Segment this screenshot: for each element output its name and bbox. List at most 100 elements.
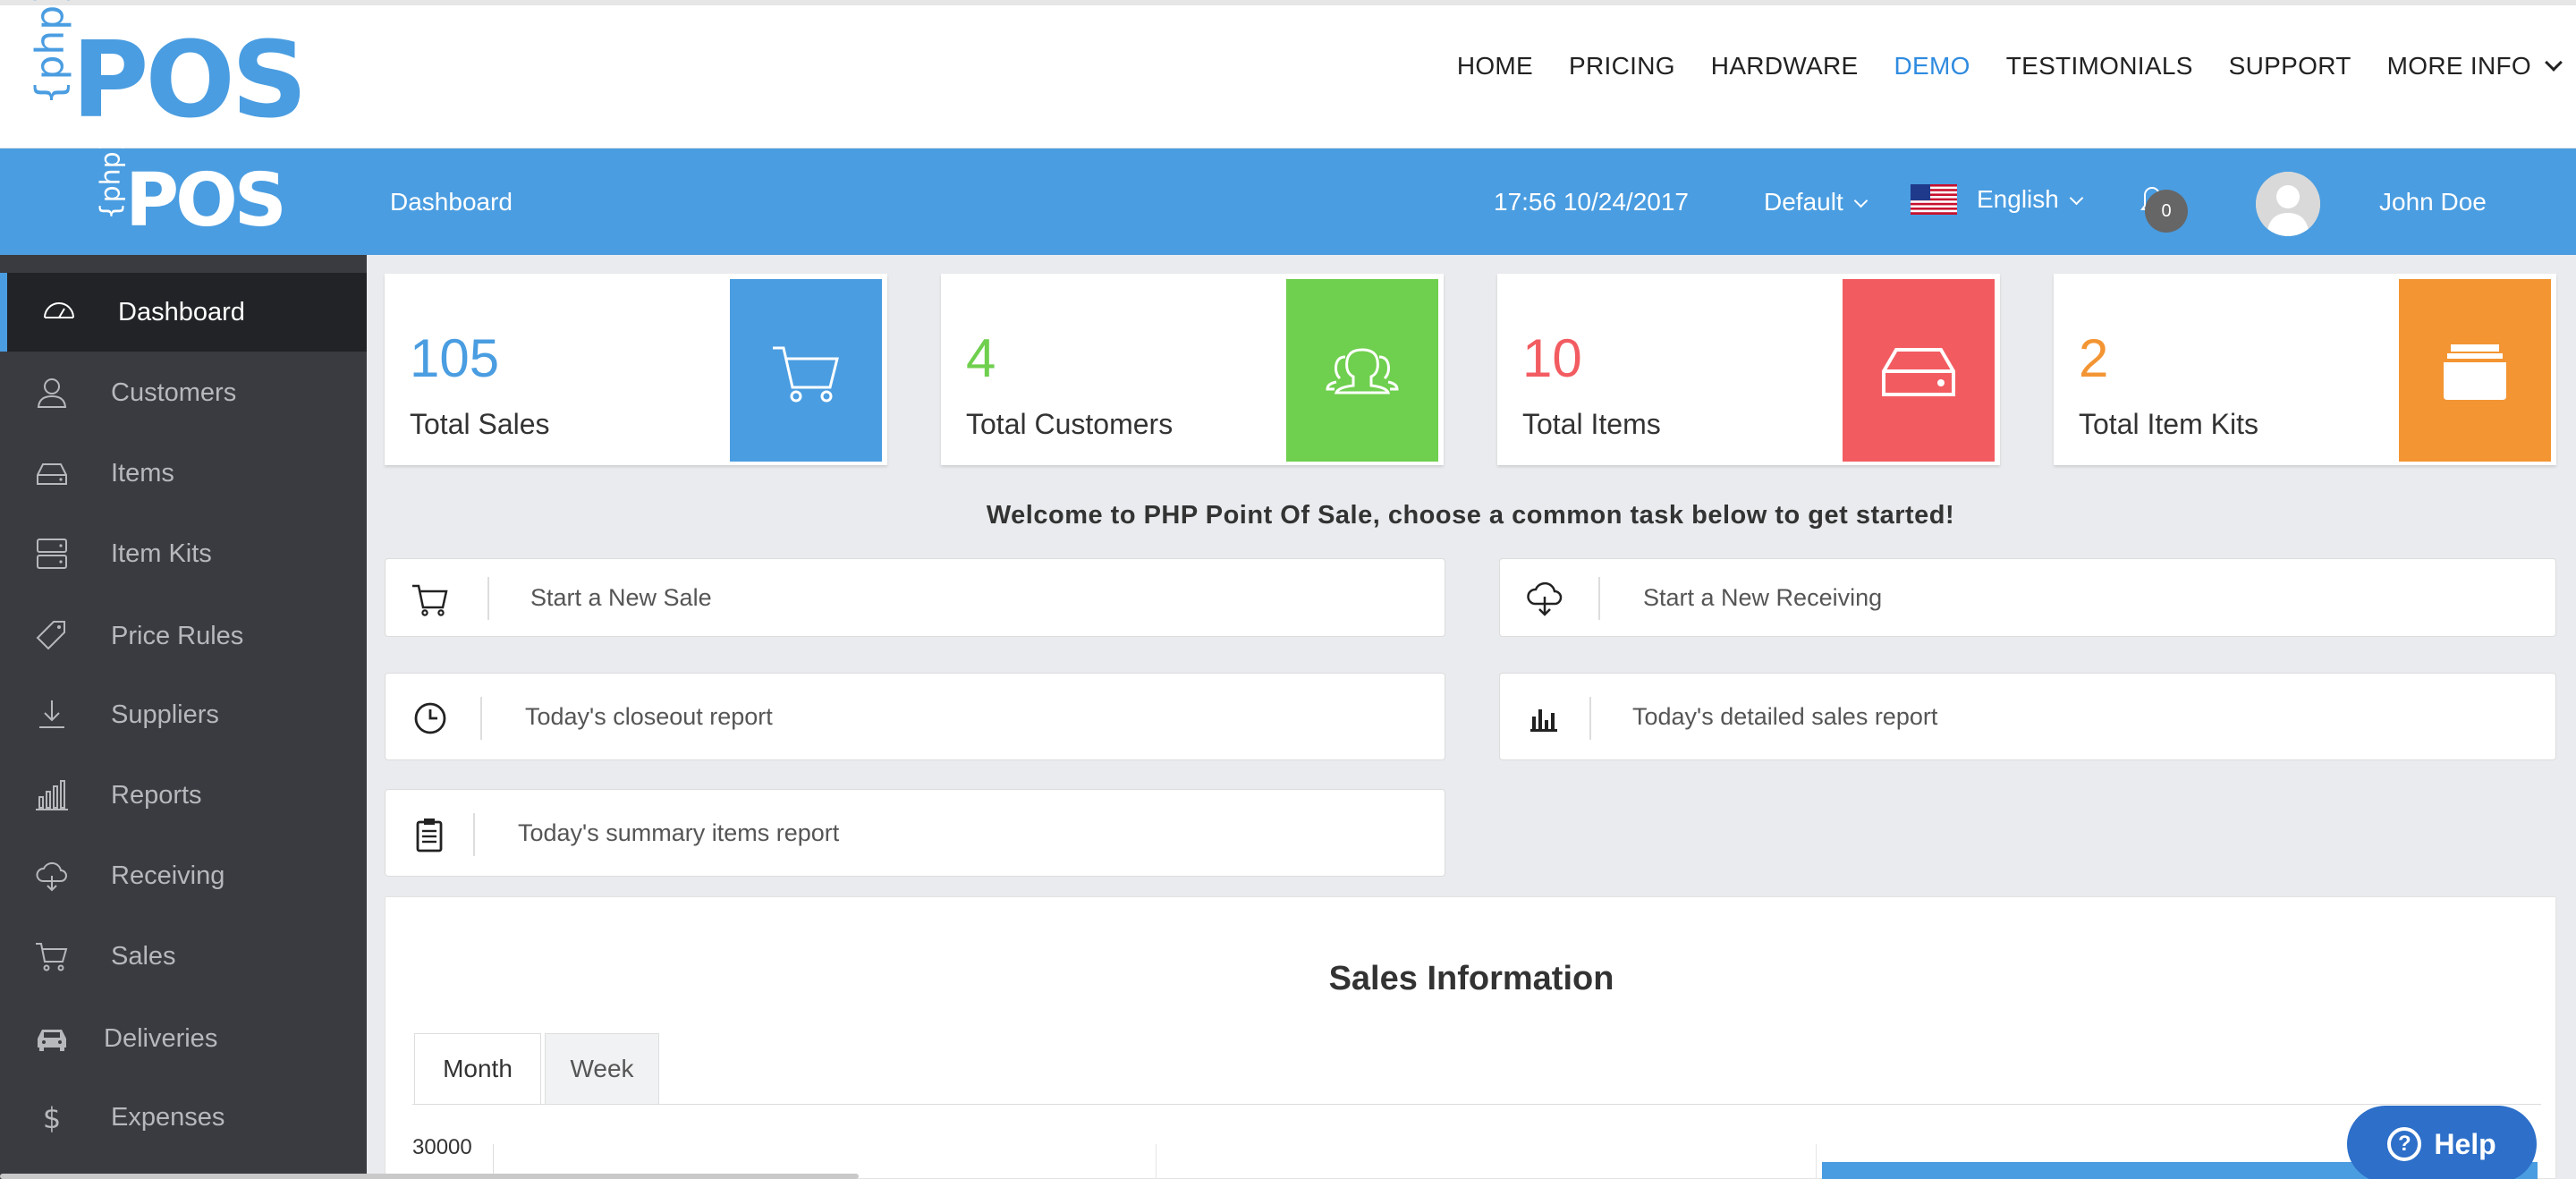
nav-more-info[interactable]: MORE INFO xyxy=(2386,52,2563,81)
help-button[interactable]: ? Help xyxy=(2347,1106,2537,1179)
tag-icon xyxy=(36,621,65,650)
stat-card-total-item-kits[interactable]: 2 Total Item Kits xyxy=(2054,274,2556,465)
nav-demo[interactable]: DEMO xyxy=(1894,52,1970,81)
task-separator xyxy=(473,813,475,856)
stat-card-total-customers[interactable]: 4 Total Customers xyxy=(941,274,1444,465)
tab-week[interactable]: Week xyxy=(545,1033,659,1105)
sidebar-item-item-kits[interactable]: Item Kits xyxy=(0,514,367,593)
language-dropdown[interactable]: English xyxy=(1911,184,2084,215)
task-new-sale[interactable]: Start a New Sale xyxy=(385,558,1445,637)
sidebar-item-label: Customers xyxy=(111,377,237,407)
sidebar-item-customers[interactable]: Customers xyxy=(0,353,367,432)
hard-drive-icon xyxy=(1882,348,1955,396)
nav-pricing[interactable]: PRICING xyxy=(1569,52,1675,81)
task-separator xyxy=(480,697,482,740)
site-logo[interactable]: {php} POS xyxy=(25,0,308,141)
task-detailed-sales-report[interactable]: Today's detailed sales report xyxy=(1499,673,2556,760)
task-closeout-report[interactable]: Today's closeout report xyxy=(385,673,1445,760)
stat-card-total-sales[interactable]: 105 Total Sales xyxy=(385,274,887,465)
task-summary-items-report[interactable]: Today's summary items report xyxy=(385,789,1445,877)
app-logo[interactable]: {php} POS xyxy=(93,133,287,243)
site-nav: HOME PRICING HARDWARE DEMO TESTIMONIALS … xyxy=(1421,52,2563,81)
stat-value: 105 xyxy=(410,328,500,388)
stat-label: Total Sales xyxy=(410,408,550,440)
sidebar-item-label: Dashboard xyxy=(118,297,245,327)
horizontal-scrollbar[interactable] xyxy=(0,1174,859,1179)
cart-icon xyxy=(773,346,839,403)
stat-icon-box xyxy=(1843,279,1995,462)
sidebar: Dashboard Customers Items Item Kits Pric… xyxy=(0,255,367,1179)
cart-icon xyxy=(36,943,68,971)
nav-support[interactable]: SUPPORT xyxy=(2229,52,2351,81)
user-name[interactable]: John Doe xyxy=(2379,188,2487,216)
stat-label: Total Items xyxy=(1522,408,1661,440)
sidebar-item-label: Deliveries xyxy=(104,1023,218,1053)
task-label: Today's closeout report xyxy=(525,702,773,730)
task-label: Start a New Receiving xyxy=(1643,583,1883,611)
inbox-icon xyxy=(2444,344,2506,400)
question-icon: ? xyxy=(2387,1127,2422,1161)
cloud-download-icon xyxy=(1527,581,1563,616)
sidebar-item-label: Suppliers xyxy=(111,700,219,729)
y-axis-tick-label: 30000 xyxy=(412,1135,472,1159)
tab-month[interactable]: Month xyxy=(414,1033,541,1105)
app-header: {php} POS Dashboard 17:56 10/24/2017 Def… xyxy=(0,133,2576,255)
sidebar-item-label: Sales xyxy=(111,941,176,971)
chevron-down-icon xyxy=(1853,193,1868,208)
person-icon xyxy=(37,378,67,408)
avatar[interactable] xyxy=(2256,172,2320,236)
nav-testimonials[interactable]: TESTIMONIALS xyxy=(2006,52,2193,81)
app-logo-php-text: {php} xyxy=(95,133,127,219)
user-silhouette-icon xyxy=(2256,172,2320,236)
sales-info-panel: Sales Information Month Week 30000 xyxy=(385,896,2556,1179)
server-icon xyxy=(37,539,67,569)
sidebar-item-price-rules[interactable]: Price Rules xyxy=(0,597,367,675)
sidebar-item-label: Expenses xyxy=(111,1102,225,1132)
sidebar-item-items[interactable]: Items xyxy=(0,434,367,513)
task-separator xyxy=(487,577,489,620)
dashboard-icon xyxy=(44,302,74,318)
logo-php-text: {php} xyxy=(27,0,73,105)
task-label: Today's detailed sales report xyxy=(1632,702,1938,730)
page-title: Dashboard xyxy=(390,188,513,216)
sidebar-item-expenses[interactable]: $ Expenses xyxy=(0,1078,367,1157)
logo-pos-text: POS xyxy=(72,18,308,141)
sidebar-item-deliveries[interactable]: Deliveries xyxy=(0,999,367,1078)
task-label: Start a New Sale xyxy=(530,583,712,611)
stat-icon-box xyxy=(1286,279,1438,462)
bar-chart-icon xyxy=(1530,709,1557,732)
nav-more-info-label: MORE INFO xyxy=(2386,52,2531,80)
hard-drive-icon xyxy=(37,463,67,485)
stat-label: Total Item Kits xyxy=(2079,408,2258,440)
chart-grid-line xyxy=(1816,1144,1817,1179)
sidebar-item-suppliers[interactable]: Suppliers xyxy=(0,675,367,754)
nav-hardware[interactable]: HARDWARE xyxy=(1711,52,1859,81)
task-label: Today's summary items report xyxy=(518,819,840,846)
stat-value: 10 xyxy=(1522,328,1582,388)
help-label: Help xyxy=(2434,1127,2496,1160)
download-icon xyxy=(39,700,64,728)
tab-divider xyxy=(412,1104,2541,1105)
dollar-icon: $ xyxy=(43,1101,61,1135)
sidebar-item-sales[interactable]: Sales xyxy=(0,917,367,996)
bar-chart-icon xyxy=(36,780,68,810)
stat-card-total-items[interactable]: 10 Total Items xyxy=(1497,274,2000,465)
sidebar-item-label: Price Rules xyxy=(111,621,244,650)
stat-icon-box xyxy=(2399,279,2551,462)
sidebar-item-dashboard[interactable]: Dashboard xyxy=(0,273,367,352)
app-logo-pos-text: POS xyxy=(125,158,287,243)
cart-icon xyxy=(412,584,448,616)
chart-grid-line xyxy=(1156,1144,1157,1179)
sales-info-title: Sales Information xyxy=(1328,960,1614,997)
location-label: Default xyxy=(1764,188,1843,216)
language-label: English xyxy=(1977,185,2059,213)
sidebar-item-reports[interactable]: Reports xyxy=(0,756,367,835)
sidebar-item-label: Receiving xyxy=(111,861,225,890)
nav-home[interactable]: HOME xyxy=(1457,52,1533,81)
notification-badge[interactable]: 0 xyxy=(2145,190,2188,233)
location-dropdown[interactable]: Default xyxy=(1764,188,1868,216)
sidebar-item-receiving[interactable]: Receiving xyxy=(0,836,367,915)
clock-icon xyxy=(414,702,446,734)
task-new-receiving[interactable]: Start a New Receiving xyxy=(1499,558,2556,637)
site-header: {php} POS HOME PRICING HARDWARE DEMO TES… xyxy=(0,0,2576,148)
